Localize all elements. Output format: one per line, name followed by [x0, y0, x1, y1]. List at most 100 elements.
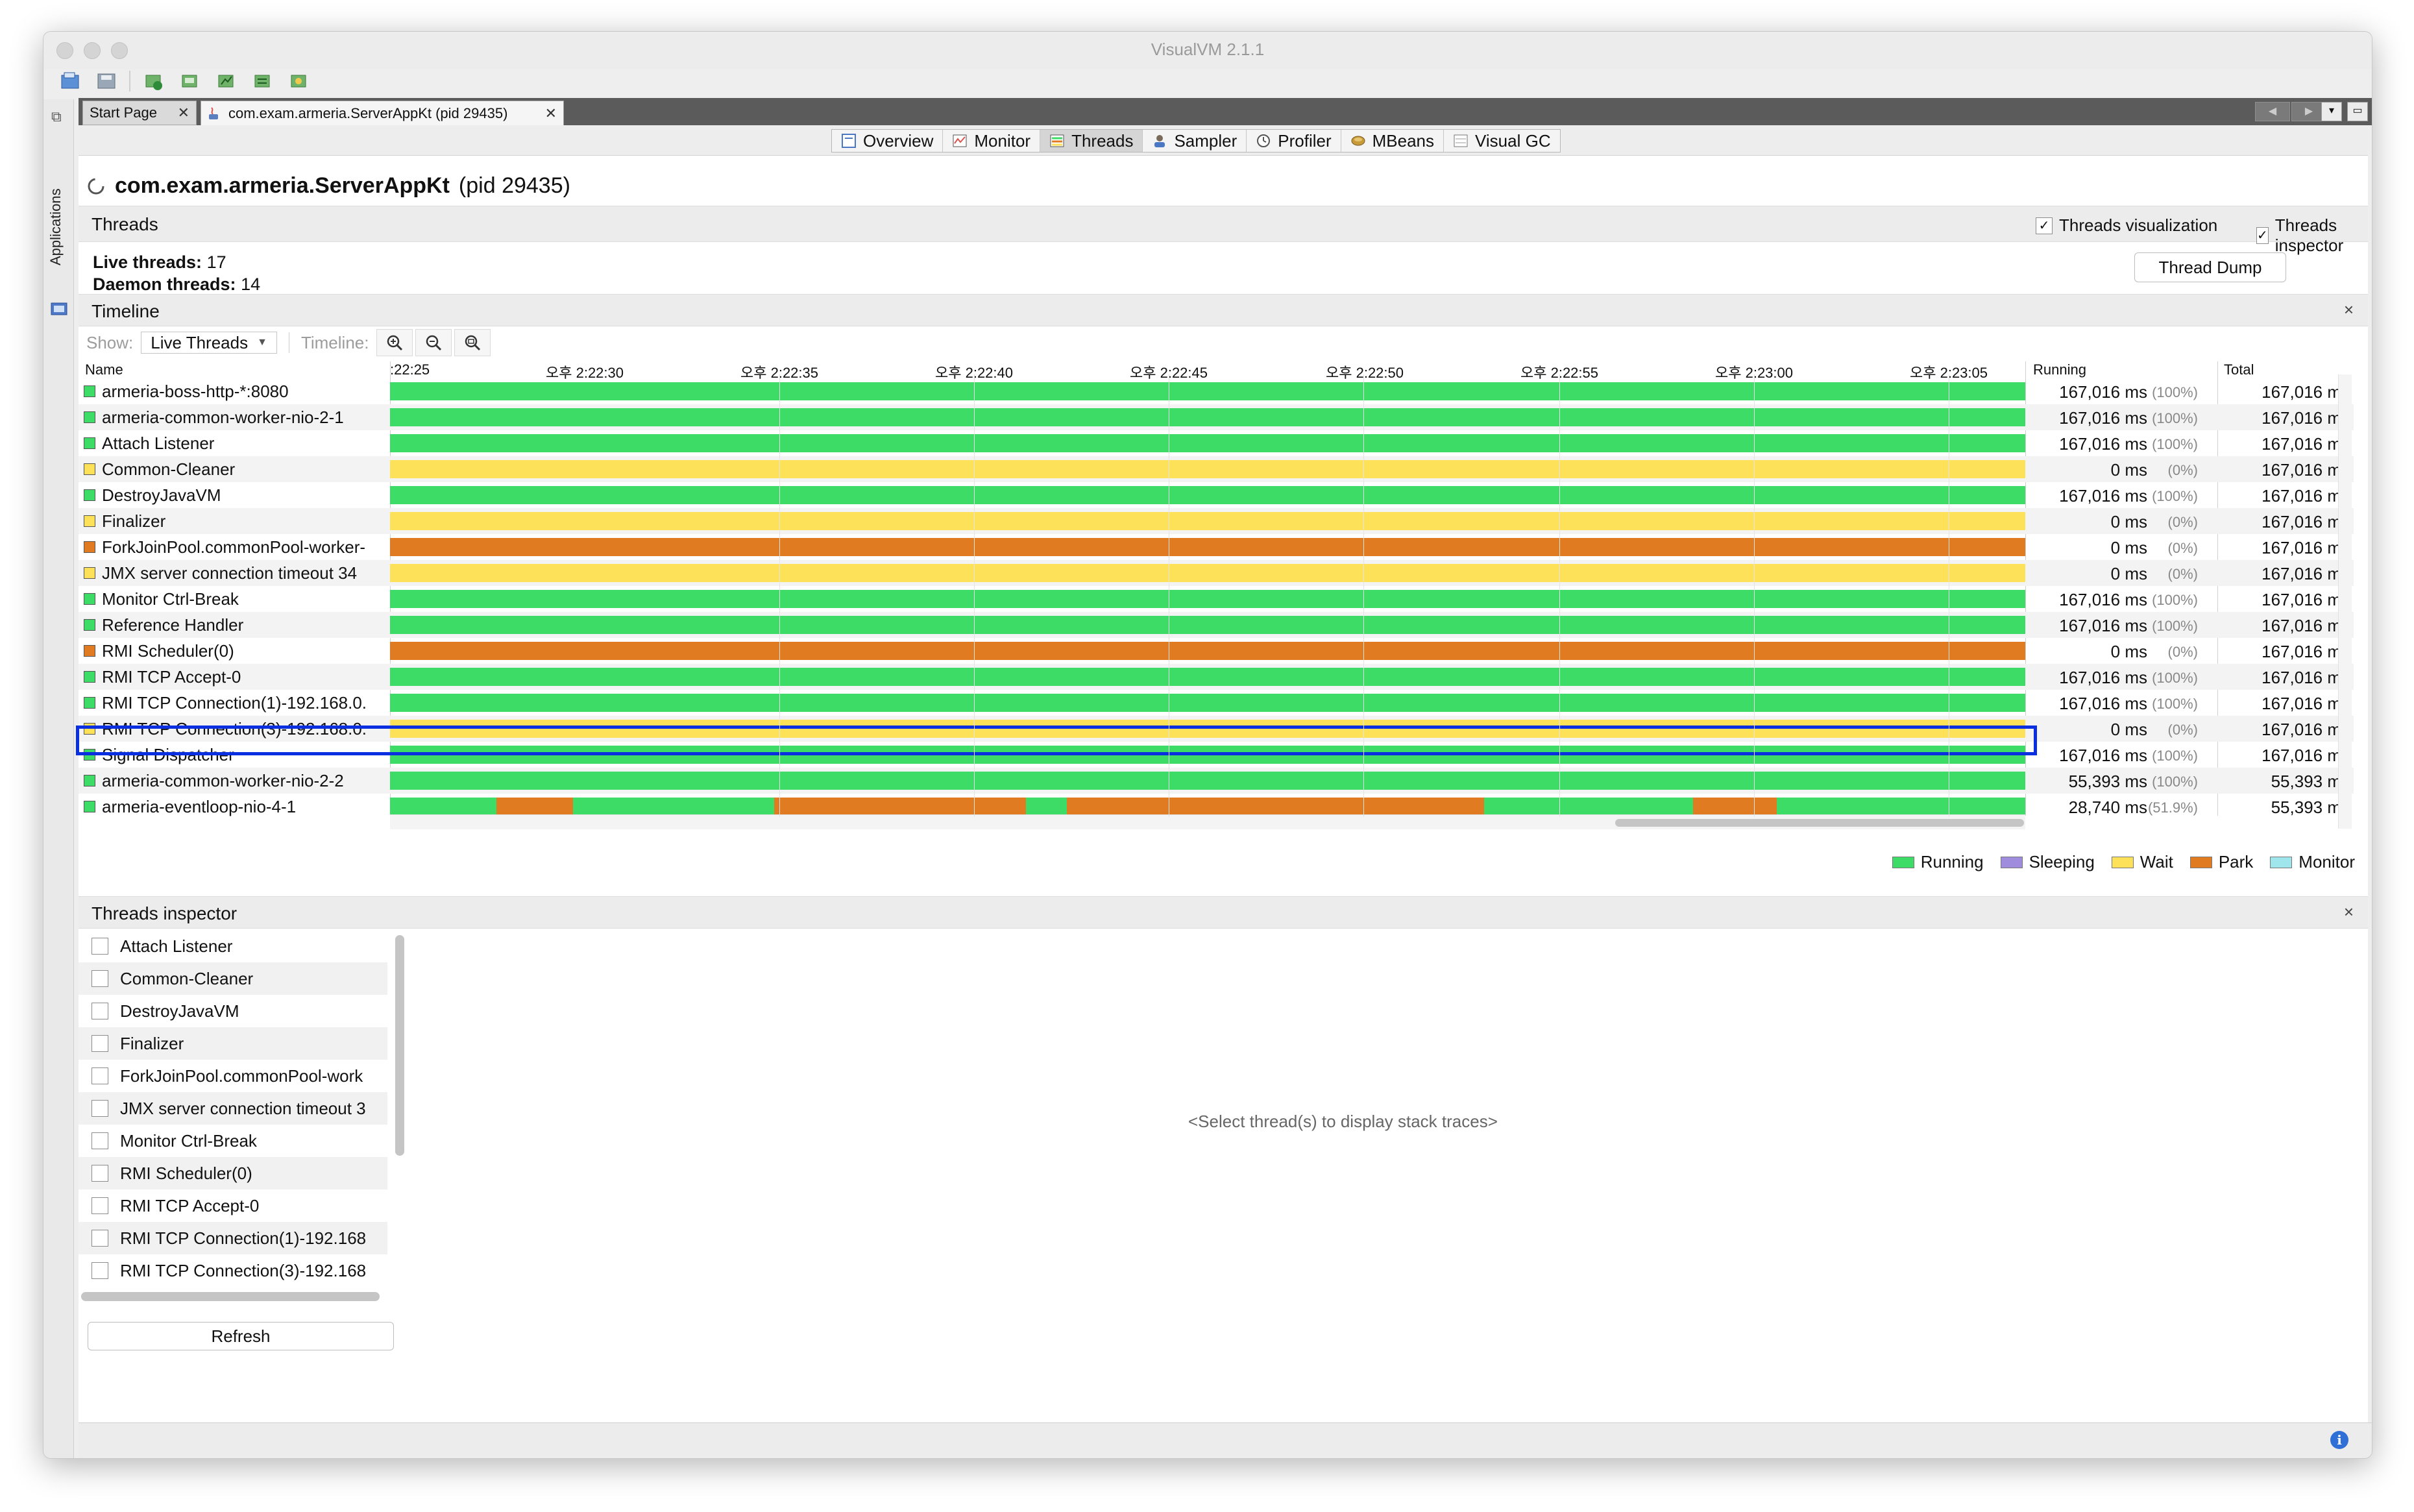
thread-timeline-row[interactable] — [390, 612, 2025, 638]
zoom-out-icon[interactable] — [415, 329, 452, 356]
thread-row-values[interactable]: 0 ms (0%) 167,016 ms — [2025, 638, 2354, 664]
thread-checkbox[interactable] — [91, 938, 108, 955]
thread-row-values[interactable]: 167,016 ms (100%) 167,016 ms — [2025, 742, 2354, 768]
threads-inspector-checkbox[interactable]: ✓ Threads inspector — [2256, 215, 2368, 256]
thread-checkbox[interactable] — [91, 1035, 108, 1052]
timeline-horizontal-scrollbar[interactable] — [390, 814, 2025, 829]
thread-checkbox[interactable] — [91, 970, 108, 987]
column-header-running[interactable]: Running — [2033, 361, 2086, 378]
info-icon[interactable]: i — [2330, 1431, 2348, 1449]
tab-sampler[interactable]: Sampler — [1143, 130, 1247, 152]
thread-row-name[interactable]: armeria-boss-http-*:8080 — [79, 378, 390, 404]
thread-row-name[interactable]: Monitor Ctrl-Break — [79, 586, 390, 612]
thread-row-name[interactable]: RMI TCP Connection(1)-192.168.0. — [79, 690, 390, 716]
thread-row-values[interactable]: 167,016 ms (100%) 167,016 ms — [2025, 612, 2354, 638]
inspector-horizontal-scrollbar[interactable] — [81, 1292, 380, 1301]
thread-row-name[interactable]: Finalizer — [79, 508, 390, 534]
thread-timeline-row[interactable] — [390, 534, 2025, 560]
thread-row-values[interactable]: 167,016 ms (100%) 167,016 ms — [2025, 482, 2354, 508]
timeline-vertical-scrollbar[interactable] — [2338, 374, 2352, 829]
restore-panel-icon[interactable]: ⧉ — [51, 108, 62, 125]
thread-checkbox[interactable] — [91, 1197, 108, 1214]
fit-to-window-icon[interactable] — [454, 329, 491, 356]
thread-row-values[interactable]: 167,016 ms (100%) 167,016 ms — [2025, 404, 2354, 430]
thread-checkbox[interactable] — [91, 1132, 108, 1149]
thread-row-name[interactable]: RMI Scheduler(0) — [79, 638, 390, 664]
thread-row-name[interactable]: armeria-eventloop-nio-4-1 — [79, 794, 390, 820]
thread-checkbox[interactable] — [91, 1003, 108, 1019]
add-remote-host-icon[interactable] — [176, 68, 203, 94]
close-inspector-icon[interactable]: × — [2344, 902, 2354, 922]
inspector-thread-item[interactable]: ForkJoinPool.commonPool-work — [79, 1060, 387, 1092]
inspector-thread-item[interactable]: RMI TCP Accept-0 — [79, 1189, 387, 1222]
thread-row-name[interactable]: Attach Listener — [79, 430, 390, 456]
save-snapshot-icon[interactable] — [93, 68, 120, 94]
profiler-snapshot-icon[interactable] — [285, 68, 312, 94]
thread-timeline-row[interactable] — [390, 456, 2025, 482]
thread-row-values[interactable]: 167,016 ms (100%) 167,016 ms — [2025, 690, 2354, 716]
thread-row-name[interactable]: DestroyJavaVM — [79, 482, 390, 508]
scrollbar-thumb[interactable] — [1615, 819, 2024, 827]
thread-timeline-row[interactable] — [390, 482, 2025, 508]
thread-timeline-row[interactable] — [390, 638, 2025, 664]
zoom-in-icon[interactable] — [376, 329, 413, 356]
column-header-total[interactable]: Total — [2224, 361, 2254, 378]
thread-timeline-row[interactable] — [390, 508, 2025, 534]
tab-start-page[interactable]: Start Page ✕ — [82, 101, 197, 125]
column-header-name[interactable]: Name — [85, 361, 123, 378]
inspector-thread-item[interactable]: DestroyJavaVM — [79, 995, 387, 1027]
thread-row-name[interactable]: RMI TCP Accept-0 — [79, 664, 390, 690]
thread-row-values[interactable]: 167,016 ms (100%) 167,016 ms — [2025, 430, 2354, 456]
close-timeline-icon[interactable]: × — [2344, 300, 2354, 320]
thread-timeline-row[interactable] — [390, 378, 2025, 404]
tab-monitor[interactable]: Monitor — [943, 130, 1041, 152]
thread-timeline-row[interactable] — [390, 768, 2025, 794]
inspector-thread-item[interactable]: RMI Scheduler(0) — [79, 1157, 387, 1189]
inspector-thread-item[interactable]: Common-Cleaner — [79, 962, 387, 995]
scroll-tabs-left-button[interactable]: ◀ — [2255, 102, 2290, 121]
thread-dump-button[interactable]: Thread Dump — [2134, 252, 2286, 282]
thread-timeline-row[interactable] — [390, 404, 2025, 430]
thread-row-name[interactable]: Reference Handler — [79, 612, 390, 638]
thread-dump-icon[interactable] — [249, 68, 276, 94]
inspector-thread-item[interactable]: Monitor Ctrl-Break — [79, 1125, 387, 1157]
refresh-button[interactable]: Refresh — [88, 1322, 394, 1350]
thread-timeline-row[interactable] — [390, 560, 2025, 586]
applications-icon[interactable] — [50, 300, 68, 319]
thread-row-values[interactable]: 0 ms (0%) 167,016 ms — [2025, 560, 2354, 586]
thread-row-values[interactable]: 55,393 ms (100%) 55,393 ms — [2025, 768, 2354, 794]
thread-row-values[interactable]: 0 ms (0%) 167,016 ms — [2025, 456, 2354, 482]
thread-timeline-row[interactable] — [390, 664, 2025, 690]
inspector-thread-item[interactable]: Attach Listener — [79, 930, 387, 962]
threads-visualization-checkbox[interactable]: ✓ Threads visualization — [2036, 215, 2217, 236]
show-select[interactable]: Live Threads ▼ — [141, 332, 277, 354]
tab-list-button[interactable]: ▾ — [2321, 102, 2342, 121]
thread-row-values[interactable]: 0 ms (0%) 167,016 ms — [2025, 716, 2354, 742]
thread-row-name[interactable]: JMX server connection timeout 34 — [79, 560, 390, 586]
inspector-thread-item[interactable]: RMI TCP Connection(1)-192.168 — [79, 1222, 387, 1254]
thread-row-values[interactable]: 28,740 ms (51.9%) 55,393 ms — [2025, 794, 2354, 820]
tab-profiler[interactable]: Profiler — [1247, 130, 1341, 152]
thread-timeline-row[interactable] — [390, 690, 2025, 716]
thread-row-name[interactable]: armeria-common-worker-nio-2-2 — [79, 768, 390, 794]
thread-row-name[interactable]: ForkJoinPool.commonPool-worker- — [79, 534, 390, 560]
open-snapshot-icon[interactable] — [56, 68, 84, 94]
thread-row-values[interactable]: 0 ms (0%) 167,016 ms — [2025, 534, 2354, 560]
thread-checkbox[interactable] — [91, 1165, 108, 1182]
thread-row-name[interactable]: armeria-common-worker-nio-2-1 — [79, 404, 390, 430]
checkbox-box[interactable]: ✓ — [2036, 217, 2053, 234]
close-tab-icon[interactable]: ✕ — [178, 104, 189, 121]
thread-checkbox[interactable] — [91, 1100, 108, 1117]
thread-timeline-row[interactable] — [390, 430, 2025, 456]
inspector-vertical-scrollbar[interactable] — [395, 935, 404, 1156]
close-tab-icon[interactable]: ✕ — [545, 105, 557, 122]
thread-checkbox[interactable] — [91, 1262, 108, 1279]
thread-row-values[interactable]: 167,016 ms (100%) 167,016 ms — [2025, 586, 2354, 612]
thread-checkbox[interactable] — [91, 1230, 108, 1247]
thread-row-values[interactable]: 0 ms (0%) 167,016 ms — [2025, 508, 2354, 534]
thread-timeline-row[interactable] — [390, 586, 2025, 612]
heap-dump-icon[interactable] — [212, 68, 239, 94]
inspector-thread-item[interactable]: RMI TCP Connection(3)-192.168 — [79, 1254, 387, 1287]
inspector-thread-item[interactable]: JMX server connection timeout 3 — [79, 1092, 387, 1125]
thread-checkbox[interactable] — [91, 1067, 108, 1084]
